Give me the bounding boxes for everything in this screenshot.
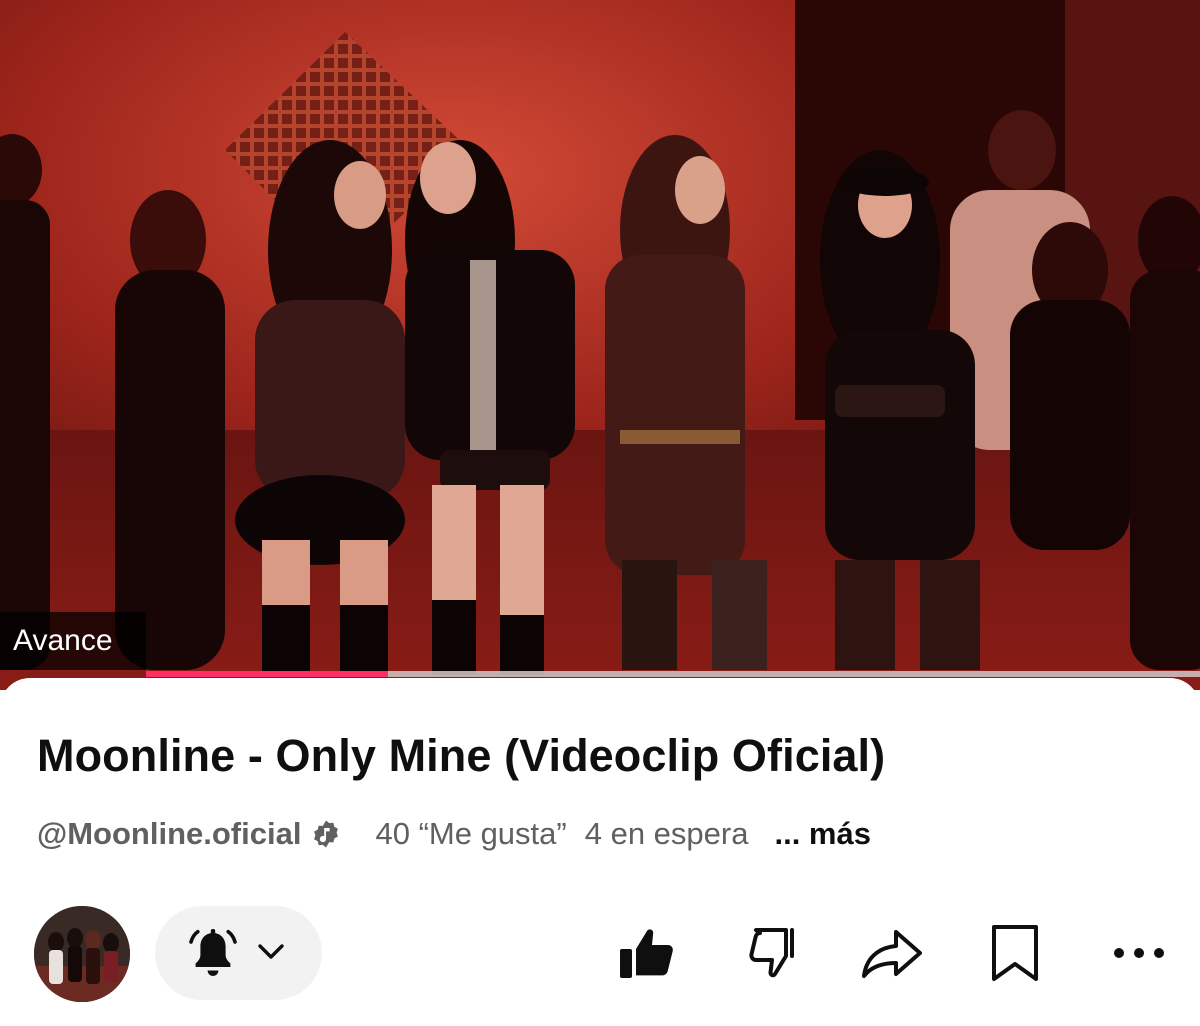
more-options-button[interactable]: [1104, 918, 1174, 988]
save-button[interactable]: [980, 918, 1050, 988]
video-meta-row[interactable]: @Moonline.oficial 40 “Me gusta” 4 en esp…: [37, 812, 871, 856]
video-title[interactable]: Moonline - Only Mine (Videoclip Oficial): [37, 730, 885, 782]
progress-fill: [146, 671, 389, 677]
like-button[interactable]: [614, 918, 684, 988]
thumbs-down-icon: [749, 928, 794, 978]
channel-handle[interactable]: @Moonline.oficial: [37, 816, 301, 852]
verified-music-icon: [314, 820, 339, 848]
avatar-image: [34, 906, 130, 1002]
video-player[interactable]: Avance: [0, 0, 1200, 690]
share-button[interactable]: [858, 918, 928, 988]
channel-avatar[interactable]: [34, 906, 130, 1002]
likes-count: 40 “Me gusta”: [375, 816, 567, 851]
share-icon: [862, 930, 922, 978]
video-frame: [0, 0, 1200, 690]
more-icon: [1114, 948, 1164, 958]
dislike-button[interactable]: [738, 918, 808, 988]
preview-badge: Avance: [0, 612, 146, 670]
thumbs-up-icon: [620, 929, 673, 978]
bookmark-icon: [992, 925, 1038, 981]
notifications-button[interactable]: [155, 906, 322, 1000]
bell-icon: [189, 929, 237, 976]
more-link[interactable]: ... más: [774, 816, 871, 852]
progress-bar[interactable]: [146, 671, 1200, 677]
waiting-count: 4 en espera: [584, 816, 749, 851]
chevron-down-icon: [258, 944, 284, 959]
